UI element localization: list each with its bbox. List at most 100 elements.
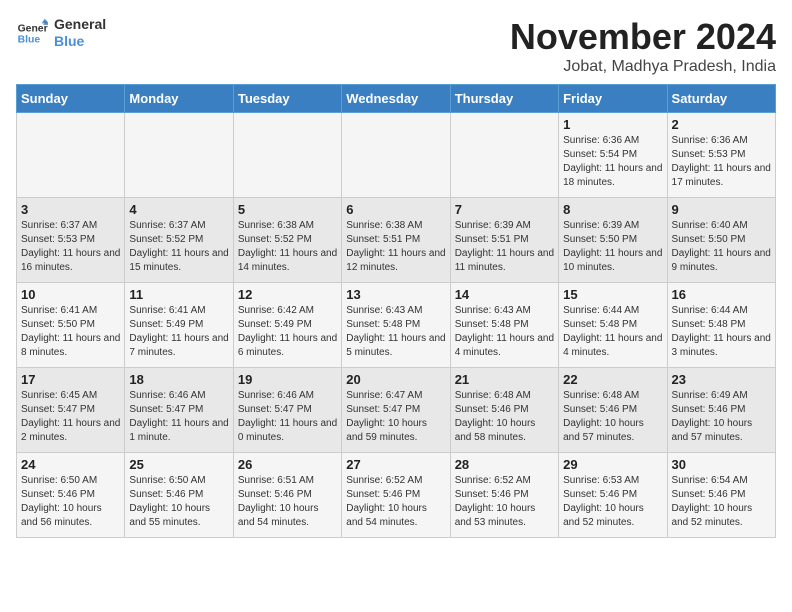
day-info: Sunrise: 6:43 AM Sunset: 5:48 PM Dayligh… [455,304,554,360]
calendar-cell: 20 Sunrise: 6:47 AM Sunset: 5:47 PM Dayli… [342,368,450,453]
calendar-cell: 28 Sunrise: 6:52 AM Sunset: 5:46 PM Dayli… [450,453,558,538]
day-number: 10 [21,287,120,302]
day-number: 8 [563,202,662,217]
day-info: Sunrise: 6:53 AM Sunset: 5:46 PM Dayligh… [563,474,662,530]
day-info: Sunrise: 6:46 AM Sunset: 5:47 PM Dayligh… [238,389,337,445]
day-number: 28 [455,457,554,472]
calendar-cell: 4 Sunrise: 6:37 AM Sunset: 5:52 PM Daylig… [125,198,233,283]
calendar-cell: 10 Sunrise: 6:41 AM Sunset: 5:50 PM Dayli… [17,283,125,368]
day-number: 7 [455,202,554,217]
day-info: Sunrise: 6:37 AM Sunset: 5:52 PM Dayligh… [129,219,228,275]
calendar-week-5: 24 Sunrise: 6:50 AM Sunset: 5:46 PM Dayli… [17,453,776,538]
day-info: Sunrise: 6:51 AM Sunset: 5:46 PM Dayligh… [238,474,337,530]
calendar-cell: 17 Sunrise: 6:45 AM Sunset: 5:47 PM Dayli… [17,368,125,453]
calendar-cell [17,113,125,198]
calendar-cell: 22 Sunrise: 6:48 AM Sunset: 5:46 PM Dayli… [559,368,667,453]
month-title: November 2024 [510,16,776,58]
day-info: Sunrise: 6:38 AM Sunset: 5:52 PM Dayligh… [238,219,337,275]
logo-icon: General Blue [16,17,48,49]
day-info: Sunrise: 6:46 AM Sunset: 5:47 PM Dayligh… [129,389,228,445]
calendar-cell: 11 Sunrise: 6:41 AM Sunset: 5:49 PM Dayli… [125,283,233,368]
calendar-cell: 27Sunrise: 6:52 AM Sunset: 5:46 PM Dayli… [342,453,450,538]
day-info: Sunrise: 6:47 AM Sunset: 5:47 PM Dayligh… [346,389,445,445]
day-info: Sunrise: 6:39 AM Sunset: 5:51 PM Dayligh… [455,219,554,275]
day-number: 4 [129,202,228,217]
calendar-cell: 7 Sunrise: 6:39 AM Sunset: 5:51 PM Daylig… [450,198,558,283]
day-info: Sunrise: 6:48 AM Sunset: 5:46 PM Dayligh… [563,389,662,445]
calendar-cell: 3Sunrise: 6:37 AM Sunset: 5:53 PM Daylig… [17,198,125,283]
calendar-week-2: 3Sunrise: 6:37 AM Sunset: 5:53 PM Daylig… [17,198,776,283]
calendar-cell: 23 Sunrise: 6:49 AM Sunset: 5:46 PM Dayli… [667,368,775,453]
calendar-table: SundayMondayTuesdayWednesdayThursdayFrid… [16,84,776,538]
calendar-cell: 9Sunrise: 6:40 AM Sunset: 5:50 PM Daylig… [667,198,775,283]
day-number: 17 [21,372,120,387]
calendar-cell [450,113,558,198]
day-number: 27 [346,457,445,472]
svg-text:General: General [18,23,48,34]
calendar-header-saturday: Saturday [667,85,775,113]
day-number: 9 [672,202,771,217]
day-number: 20 [346,372,445,387]
calendar-cell: 6 Sunrise: 6:38 AM Sunset: 5:51 PM Daylig… [342,198,450,283]
day-number: 19 [238,372,337,387]
calendar-cell: 13 Sunrise: 6:43 AM Sunset: 5:48 PM Dayli… [342,283,450,368]
calendar-cell: 14 Sunrise: 6:43 AM Sunset: 5:48 PM Dayli… [450,283,558,368]
title-area: November 2024 Jobat, Madhya Pradesh, Ind… [510,16,776,76]
calendar-header-tuesday: Tuesday [233,85,341,113]
day-number: 1 [563,117,662,132]
calendar-header-wednesday: Wednesday [342,85,450,113]
header: General Blue General Blue November 2024 … [16,16,776,76]
calendar-cell: 5Sunrise: 6:38 AM Sunset: 5:52 PM Daylig… [233,198,341,283]
day-info: Sunrise: 6:43 AM Sunset: 5:48 PM Dayligh… [346,304,445,360]
logo-line1: General [54,16,106,33]
calendar-cell: 29 Sunrise: 6:53 AM Sunset: 5:46 PM Dayli… [559,453,667,538]
day-number: 13 [346,287,445,302]
day-number: 18 [129,372,228,387]
day-info: Sunrise: 6:38 AM Sunset: 5:51 PM Dayligh… [346,219,445,275]
calendar-cell: 1 Sunrise: 6:36 AM Sunset: 5:54 PM Daylig… [559,113,667,198]
calendar-cell [125,113,233,198]
day-number: 23 [672,372,771,387]
day-number: 3 [21,202,120,217]
day-info: Sunrise: 6:54 AM Sunset: 5:46 PM Dayligh… [672,474,771,530]
calendar-header-monday: Monday [125,85,233,113]
day-info: Sunrise: 6:42 AM Sunset: 5:49 PM Dayligh… [238,304,337,360]
calendar-week-3: 10 Sunrise: 6:41 AM Sunset: 5:50 PM Dayli… [17,283,776,368]
logo-line2: Blue [54,33,106,50]
day-number: 22 [563,372,662,387]
day-info: Sunrise: 6:41 AM Sunset: 5:50 PM Dayligh… [21,304,120,360]
day-info: Sunrise: 6:52 AM Sunset: 5:46 PM Dayligh… [455,474,554,530]
calendar-week-1: 1 Sunrise: 6:36 AM Sunset: 5:54 PM Daylig… [17,113,776,198]
calendar-cell: 24 Sunrise: 6:50 AM Sunset: 5:46 PM Dayli… [17,453,125,538]
day-number: 30 [672,457,771,472]
day-number: 12 [238,287,337,302]
day-info: Sunrise: 6:36 AM Sunset: 5:54 PM Dayligh… [563,134,662,190]
day-number: 2 [672,117,771,132]
day-info: Sunrise: 6:36 AM Sunset: 5:53 PM Dayligh… [672,134,771,190]
day-info: Sunrise: 6:50 AM Sunset: 5:46 PM Dayligh… [129,474,228,530]
day-number: 6 [346,202,445,217]
day-number: 24 [21,457,120,472]
day-info: Sunrise: 6:39 AM Sunset: 5:50 PM Dayligh… [563,219,662,275]
calendar-cell: 26 Sunrise: 6:51 AM Sunset: 5:46 PM Dayli… [233,453,341,538]
day-info: Sunrise: 6:50 AM Sunset: 5:46 PM Dayligh… [21,474,120,530]
calendar-body: 1 Sunrise: 6:36 AM Sunset: 5:54 PM Daylig… [17,113,776,538]
calendar-cell: 12 Sunrise: 6:42 AM Sunset: 5:49 PM Dayli… [233,283,341,368]
calendar-cell: 18 Sunrise: 6:46 AM Sunset: 5:47 PM Dayli… [125,368,233,453]
day-number: 16 [672,287,771,302]
calendar-header-sunday: Sunday [17,85,125,113]
day-number: 11 [129,287,228,302]
day-number: 26 [238,457,337,472]
calendar-cell: 21Sunrise: 6:48 AM Sunset: 5:46 PM Dayli… [450,368,558,453]
day-number: 15 [563,287,662,302]
day-number: 14 [455,287,554,302]
day-info: Sunrise: 6:48 AM Sunset: 5:46 PM Dayligh… [455,389,554,445]
calendar-cell: 19 Sunrise: 6:46 AM Sunset: 5:47 PM Dayli… [233,368,341,453]
logo: General Blue General Blue [16,16,106,50]
day-info: Sunrise: 6:41 AM Sunset: 5:49 PM Dayligh… [129,304,228,360]
day-info: Sunrise: 6:49 AM Sunset: 5:46 PM Dayligh… [672,389,771,445]
day-info: Sunrise: 6:44 AM Sunset: 5:48 PM Dayligh… [672,304,771,360]
calendar-cell: 8 Sunrise: 6:39 AM Sunset: 5:50 PM Daylig… [559,198,667,283]
day-number: 29 [563,457,662,472]
day-info: Sunrise: 6:45 AM Sunset: 5:47 PM Dayligh… [21,389,120,445]
